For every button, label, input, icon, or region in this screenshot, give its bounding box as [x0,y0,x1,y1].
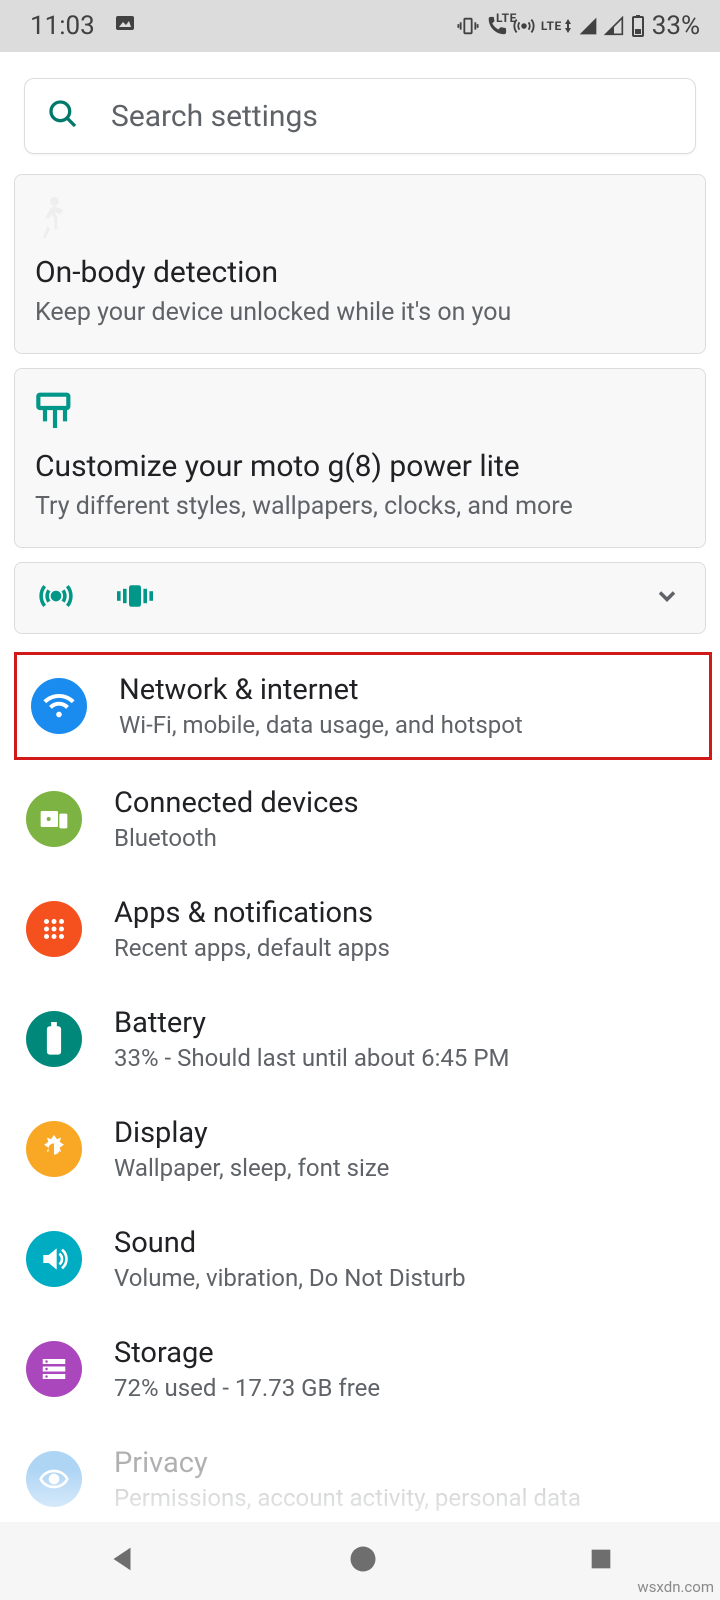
setting-title: Network & internet [119,673,523,707]
navigation-bar [0,1522,720,1600]
privacy-icon [26,1451,82,1507]
settings-list: Network & internet Wi-Fi, mobile, data u… [0,652,720,1534]
setting-subtitle: Volume, vibration, Do Not Disturb [114,1264,466,1292]
setting-subtitle: Wi-Fi, mobile, data usage, and hotspot [119,711,523,739]
lte-label: LTE [496,11,517,25]
walk-icon [35,197,685,241]
setting-apps-notifications[interactable]: Apps & notifications Recent apps, defaul… [0,874,720,984]
paint-roller-icon [35,391,685,435]
volte-call-icon: LTE [485,15,507,37]
setting-display[interactable]: Display Wallpaper, sleep, font size [0,1094,720,1204]
brightness-icon [26,1121,82,1177]
setting-title: Sound [114,1226,466,1260]
setting-subtitle: Bluetooth [114,824,359,852]
apps-icon [26,901,82,957]
setting-battery[interactable]: Battery 33% - Should last until about 6:… [0,984,720,1094]
nav-back-button[interactable] [105,1542,139,1580]
setting-subtitle: 33% - Should last until about 6:45 PM [114,1044,509,1072]
nav-home-button[interactable] [348,1544,378,1578]
volume-icon [26,1231,82,1287]
wifi-icon [31,678,87,734]
setting-subtitle: 72% used - 17.73 GB free [114,1374,380,1402]
picture-icon [113,11,137,42]
setting-title: Display [114,1116,389,1150]
status-time: 11:03 [30,11,95,41]
setting-privacy[interactable]: Privacy Permissions, account activity, p… [0,1424,720,1534]
quick-toggles-row[interactable] [14,562,706,634]
suggestion-title: On-body detection [35,255,685,290]
battery-icon [630,14,646,38]
setting-title: Apps & notifications [114,896,390,930]
setting-network-internet[interactable]: Network & internet Wi-Fi, mobile, data u… [14,652,712,760]
devices-icon [26,791,82,847]
status-bar: 11:03 LTE LTE 33% [0,0,720,52]
nav-recent-button[interactable] [587,1545,615,1577]
setting-subtitle: Wallpaper, sleep, font size [114,1154,389,1182]
vibrate-icon [457,15,479,37]
setting-storage[interactable]: Storage 72% used - 17.73 GB free [0,1314,720,1424]
setting-title: Storage [114,1336,380,1370]
search-icon [47,98,79,134]
lte-label-2: LTE [541,19,572,33]
setting-connected-devices[interactable]: Connected devices Bluetooth [0,764,720,874]
search-placeholder: Search settings [111,99,318,134]
suggestion-customize[interactable]: Customize your moto g(8) power lite Try … [14,368,706,548]
watermark: wsxdn.com [637,1578,714,1596]
suggestion-on-body-detection[interactable]: On-body detection Keep your device unloc… [14,174,706,354]
chevron-down-icon [653,582,681,614]
search-settings[interactable]: Search settings [24,78,696,154]
setting-subtitle: Permissions, account activity, personal … [114,1484,581,1512]
suggestion-title: Customize your moto g(8) power lite [35,449,685,484]
signal-icon-2 [604,16,624,36]
setting-sound[interactable]: Sound Volume, vibration, Do Not Disturb [0,1204,720,1314]
battery-percentage: 33% [652,11,700,41]
storage-icon [26,1341,82,1397]
signal-icon-1 [578,16,598,36]
battery-icon [26,1011,82,1067]
setting-title: Privacy [114,1446,581,1480]
suggestion-subtitle: Try different styles, wallpapers, clocks… [35,492,685,521]
vibrate-icon [117,581,153,615]
setting-title: Battery [114,1006,509,1040]
hotspot-icon [39,579,73,617]
setting-subtitle: Recent apps, default apps [114,934,390,962]
suggestion-subtitle: Keep your device unlocked while it's on … [35,298,685,327]
setting-title: Connected devices [114,786,359,820]
